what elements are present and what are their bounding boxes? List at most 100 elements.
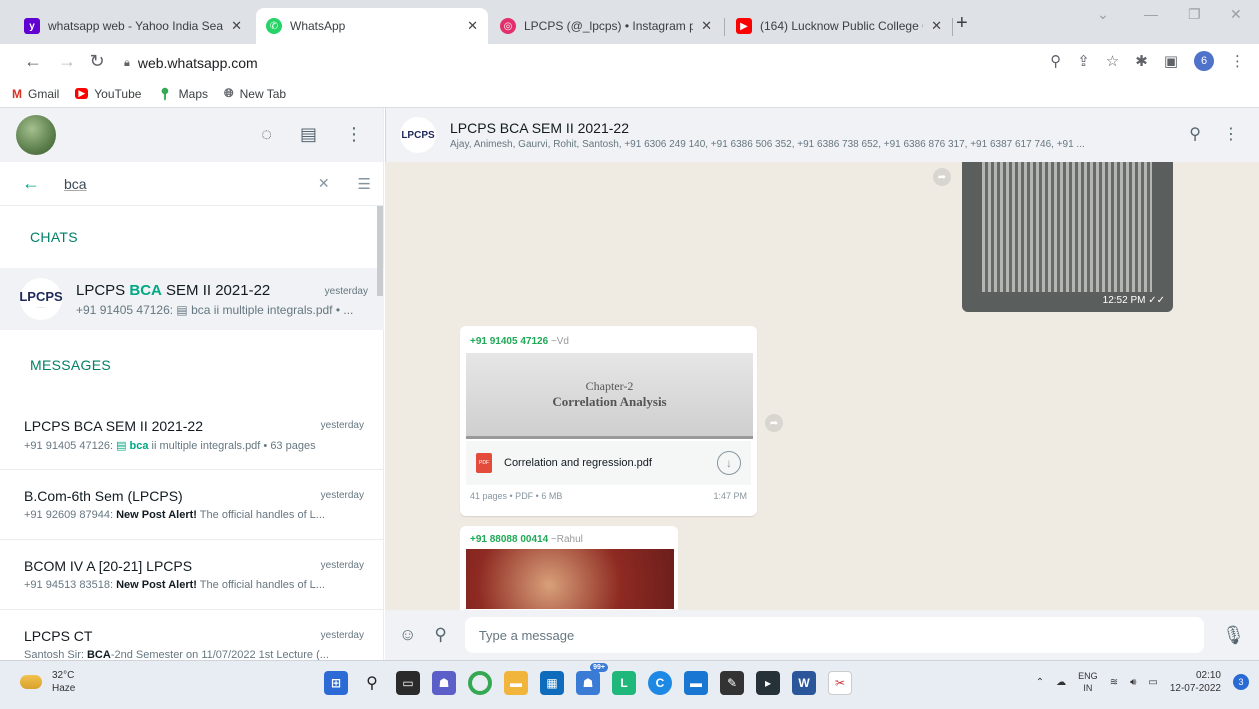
language-indicator[interactable]: ENG IN [1078,670,1098,694]
forward-arrow-icon[interactable]: → [56,51,78,72]
image-message[interactable]: 12:52 PM ✓✓ [962,162,1173,312]
app-l-icon[interactable]: L [612,671,636,695]
chat-result-time: yesterday [324,286,368,297]
sidebar-scrollbar[interactable] [377,206,383,296]
message-result-item[interactable]: BCOM IV A [20-21] LPCPS +91 94513 83518:… [0,540,384,610]
cloud-icon[interactable]: ☁ [1056,677,1066,688]
tab-whatsapp[interactable]: ✆ WhatsApp ✕ [256,8,488,44]
chat-icon[interactable]: ☗ [432,671,456,695]
message-sender: +91 92609 87944: [24,509,117,521]
emoji-icon[interactable]: ☺ [399,625,416,645]
tab-title: WhatsApp [290,19,346,33]
forward-icon[interactable]: ➦ [933,168,951,186]
message-result-time: yesterday [320,420,364,431]
bookmark-youtube[interactable]: ▶ YouTube [75,87,141,101]
forward-icon[interactable]: ➦ [765,414,783,432]
system-tray: ⌃ ☁ ENG IN ≋ 🔊︎ ▭ 02:10 12-07-2022 3 [1036,669,1249,695]
chrome-icon[interactable] [468,671,492,695]
media-app-icon[interactable]: ▸ [756,671,780,695]
search-icon[interactable]: ⚲ [360,671,384,695]
file-explorer-icon[interactable]: ▬ [504,671,528,695]
whatsapp-icon: ✆ [266,18,282,34]
tab-youtube[interactable]: ▶ (164) Lucknow Public College Of ✕ [726,8,952,44]
sidebar-header-actions: ◌ ▤ ⋮ [261,124,363,145]
status-icon[interactable]: ◌ [261,124,272,145]
sidepanel-icon[interactable]: ▣ [1164,52,1178,70]
share-icon[interactable]: ⇪ [1077,52,1090,70]
bookmark-new-tab[interactable]: 🌐︎ New Tab [224,86,286,101]
snipping-tool-icon[interactable]: ✂ [828,671,852,695]
tab-yahoo-search[interactable]: y whatsapp web - Yahoo India Sea ✕ [14,8,252,44]
messages-heading: MESSAGES [30,357,111,373]
image-message[interactable]: +91 88088 00414 ~Rahul [460,526,678,610]
conversation-header[interactable]: LPCPS LPCPS BCA SEM II 2021-22 Ajay, Ani… [385,108,1259,162]
browser-toolbar: ← → ↻ 🔒︎ web.whatsapp.com ⚲ ⇪ ☆ ✱ ▣ 6 ⋮ [0,44,1259,80]
task-view-icon[interactable]: ▭ [396,671,420,695]
app-with-badge-icon[interactable]: ☗ 99+ [576,663,608,695]
message-result-preview: +91 94513 83518: New Post Alert! The off… [24,579,368,591]
restore-button[interactable]: ❐ [1188,6,1201,23]
tab-instagram[interactable]: ◎ LPCPS (@_lpcps) • Instagram pho ✕ [490,8,722,44]
word-icon[interactable]: W [792,671,816,695]
extensions-icon[interactable]: ✱ [1135,52,1148,70]
avatar[interactable] [16,115,56,155]
search-value[interactable]: bca [64,176,318,192]
monitor-icon[interactable]: ▬ [684,671,708,695]
close-icon[interactable]: ✕ [931,18,942,34]
battery-icon[interactable]: ▭ [1148,677,1157,688]
bookmark-maps[interactable]: 📍︎ Maps [157,87,208,101]
back-arrow-icon[interactable]: ← [22,51,44,72]
chevron-up-icon[interactable]: ⌃ [1036,677,1044,688]
back-arrow-icon[interactable]: ← [22,173,40,194]
window-close-button[interactable]: ✕ [1230,6,1242,23]
message-input[interactable] [464,617,1205,653]
star-icon[interactable]: ☆ [1106,52,1119,70]
attach-icon[interactable]: ⚲ [434,625,446,645]
minimize-button[interactable]: — [1144,6,1158,22]
message-result-item[interactable]: LPCPS BCA SEM II 2021-22 +91 91405 47126… [0,400,384,470]
document-thumbnail[interactable]: Chapter-2 Correlation Analysis [466,353,753,439]
download-icon[interactable]: ↓ [717,451,741,475]
close-icon[interactable]: ✕ [467,18,478,34]
message-highlight: ▤ bca [116,439,149,452]
message-result-item[interactable]: B.Com-6th Sem (LPCPS) +91 92609 87944: N… [0,470,384,540]
edge-icon[interactable]: C [648,671,672,695]
wifi-icon[interactable]: ≋ [1110,677,1118,688]
instagram-icon: ◎ [500,18,516,34]
document-file-row[interactable]: PDF Correlation and regression.pdf ↓ [466,441,751,485]
new-chat-icon[interactable]: ▤ [300,124,317,145]
close-icon[interactable]: ✕ [231,18,242,34]
clock[interactable]: 02:10 12-07-2022 [1170,669,1221,695]
weather-widget[interactable]: 32°C Haze [20,669,75,695]
chat-result-item[interactable]: LPCPS ‥‥‥ LPCPS BCA SEM II 2021-22 +91 9… [0,268,384,330]
message-result-title: LPCPS CT [24,628,93,644]
clear-search-icon[interactable]: ✕ [318,175,330,192]
notification-center-icon[interactable]: 3 [1233,674,1249,690]
zoom-icon[interactable]: ⚲ [1050,52,1061,70]
close-icon[interactable]: ✕ [701,18,712,34]
search-row: ← bca ✕ ☰ [0,162,383,206]
toolbar-actions: ⚲ ⇪ ☆ ✱ ▣ 6 ⋮ [1050,51,1245,71]
ink-app-icon[interactable]: ✎ [720,671,744,695]
menu-kebab-icon[interactable]: ⋮ [1230,52,1245,70]
new-tab-button[interactable]: + [956,12,968,35]
bookmark-gmail[interactable]: M Gmail [12,87,59,101]
store-icon[interactable]: ▦ [540,671,564,695]
message-result-item[interactable]: LPCPS CT Santosh Sir: BCA-2nd Semester o… [0,610,384,660]
pdf-icon: PDF [476,453,492,473]
tab-title: LPCPS (@_lpcps) • Instagram pho [524,19,694,33]
volume-icon[interactable]: 🔊︎ [1130,677,1136,688]
start-icon[interactable]: ⊞ [324,671,348,695]
menu-kebab-icon[interactable]: ⋮ [345,124,363,145]
search-icon[interactable]: ⚲ [1189,124,1201,144]
reload-icon[interactable]: ↻ [86,51,108,72]
search-input[interactable]: ← bca ✕ [12,166,358,201]
menu-kebab-icon[interactable]: ⋮ [1223,124,1239,144]
microphone-icon[interactable]: 🎙︎ [1222,625,1245,646]
address-bar[interactable]: 🔒︎ web.whatsapp.com [124,50,258,76]
document-message[interactable]: +91 91405 47126 ~Vd Chapter-2 Correlatio… [460,326,757,516]
chevron-down-icon[interactable]: ⌄ [1097,6,1109,23]
filter-icon[interactable]: ☰ [358,175,371,193]
image-preview [982,162,1152,292]
profile-avatar[interactable]: 6 [1194,51,1214,71]
